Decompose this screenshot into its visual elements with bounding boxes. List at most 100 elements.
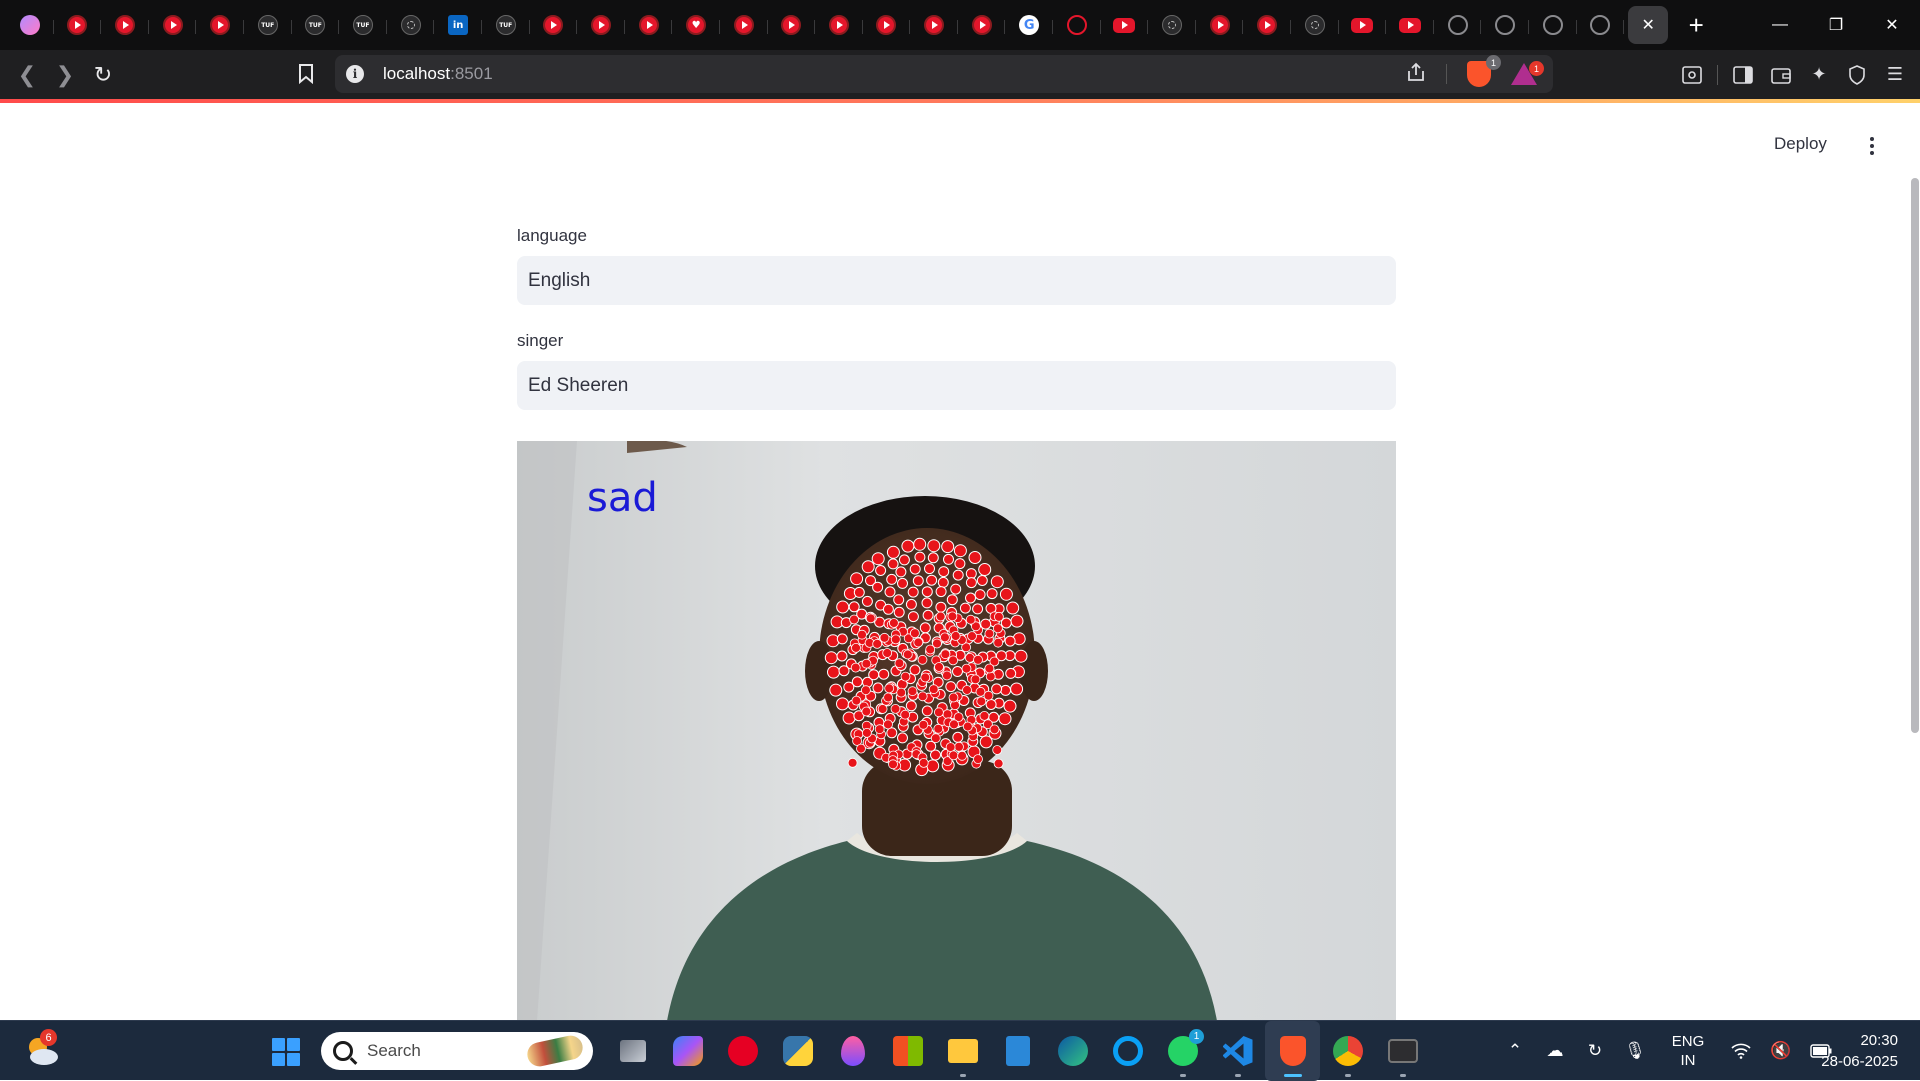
landmark-point xyxy=(964,652,975,663)
landmark-point xyxy=(921,597,933,609)
landmark-point xyxy=(974,589,986,601)
landmark-point xyxy=(851,642,861,653)
url-text[interactable]: localhost:8501 xyxy=(383,64,493,84)
clock[interactable]: 20:30 28-06-2025 xyxy=(1821,1030,1898,1072)
bookmark-icon[interactable] xyxy=(287,55,325,93)
browser-tab[interactable] xyxy=(530,6,578,44)
show-hidden-icons[interactable]: ⌃ xyxy=(1495,1041,1535,1061)
singer-input[interactable]: Ed Sheeren xyxy=(517,361,1396,410)
browser-tab[interactable]: G xyxy=(1005,6,1053,44)
deploy-button[interactable]: Deploy xyxy=(1774,134,1827,154)
browser-tab[interactable] xyxy=(1053,6,1101,44)
address-bar[interactable]: i localhost:8501 1 1 xyxy=(335,55,1553,93)
browser-tab[interactable] xyxy=(863,6,911,44)
notepad-icon[interactable] xyxy=(990,1021,1045,1081)
site-info-icon[interactable]: i xyxy=(346,65,364,83)
wallet-icon[interactable] xyxy=(1762,56,1800,94)
browser-tab[interactable] xyxy=(1148,6,1196,44)
landmark-point xyxy=(973,654,983,665)
landmark-point xyxy=(1006,601,1020,615)
browser-tab[interactable] xyxy=(625,6,673,44)
sidebar-icon[interactable] xyxy=(1724,56,1762,94)
volume-muted-icon[interactable]: 🔇 xyxy=(1761,1041,1801,1061)
minimize-button[interactable]: — xyxy=(1752,0,1808,50)
reload-icon[interactable]: ↻ xyxy=(84,56,122,94)
browser-tab[interactable] xyxy=(1339,6,1387,44)
browser-tab[interactable] xyxy=(1291,6,1339,44)
browser-tab[interactable] xyxy=(815,6,863,44)
page-scrollbar[interactable] xyxy=(1911,178,1919,733)
microphone-icon[interactable]: 🎙 xyxy=(1615,1041,1655,1061)
browser-tab[interactable]: TUF xyxy=(244,6,292,44)
browser-tab[interactable] xyxy=(1434,6,1482,44)
browser-tab[interactable] xyxy=(958,6,1006,44)
browser-tab-strip: TUF TUF TUF in TUF G ✕ + — ❐ ✕ xyxy=(0,0,1920,50)
taskbar-search[interactable]: Search xyxy=(321,1032,593,1070)
browser-tab[interactable] xyxy=(54,6,102,44)
browser-tab[interactable] xyxy=(1101,6,1149,44)
browser-tab[interactable] xyxy=(672,6,720,44)
pinterest-icon[interactable] xyxy=(715,1021,770,1081)
browser-tab[interactable] xyxy=(577,6,625,44)
chrome-icon[interactable] xyxy=(1320,1021,1375,1081)
brave-browser-icon[interactable] xyxy=(1265,1021,1320,1081)
browser-tab[interactable] xyxy=(1529,6,1577,44)
landmark-point xyxy=(962,685,972,695)
droplet-app-icon[interactable] xyxy=(825,1021,880,1081)
browser-tab[interactable] xyxy=(1386,6,1434,44)
menu-icon[interactable]: ☰ xyxy=(1876,56,1914,94)
browser-tab[interactable] xyxy=(768,6,816,44)
yt-favicon-icon xyxy=(67,15,88,35)
forward-icon[interactable]: ❯ xyxy=(46,56,84,94)
whatsapp-icon[interactable]: 1 xyxy=(1155,1021,1210,1081)
browser-tab[interactable]: TUF xyxy=(292,6,340,44)
microsoft-store-icon[interactable] xyxy=(880,1021,935,1081)
browser-tab[interactable] xyxy=(720,6,768,44)
browser-tab[interactable] xyxy=(1481,6,1529,44)
close-tab-icon[interactable]: ✕ xyxy=(1641,15,1654,35)
landmark-point xyxy=(851,676,863,688)
input-language[interactable]: ENG IN xyxy=(1663,1032,1713,1070)
edge-icon[interactable] xyxy=(1045,1021,1100,1081)
wifi-icon[interactable] xyxy=(1721,1043,1761,1059)
browser-tab[interactable]: TUF xyxy=(482,6,530,44)
copilot-icon[interactable] xyxy=(660,1021,715,1081)
active-tab[interactable]: ✕ xyxy=(1628,6,1669,44)
new-tab-button[interactable]: + xyxy=(1672,0,1720,50)
restore-button[interactable]: ❐ xyxy=(1808,0,1864,50)
browser-tab[interactable] xyxy=(387,6,435,44)
cortana-icon[interactable] xyxy=(1100,1021,1155,1081)
back-icon[interactable]: ❮ xyxy=(8,56,46,94)
language-input[interactable]: English xyxy=(517,256,1396,305)
language-label: language xyxy=(517,226,587,245)
vscode-icon[interactable] xyxy=(1210,1021,1265,1081)
browser-tab[interactable] xyxy=(910,6,958,44)
main-menu-icon[interactable] xyxy=(1860,134,1884,158)
divider xyxy=(1717,64,1718,85)
terminal-icon[interactable] xyxy=(1375,1021,1430,1081)
landmark-point xyxy=(965,568,977,580)
share-icon[interactable] xyxy=(1406,62,1426,87)
brave-rewards-icon[interactable]: 1 xyxy=(1511,61,1544,85)
browser-tab[interactable]: in xyxy=(434,6,482,44)
browser-tab[interactable]: TUF xyxy=(339,6,387,44)
browser-tab[interactable] xyxy=(101,6,149,44)
browser-tab[interactable] xyxy=(1577,6,1625,44)
screenshot-search-icon[interactable] xyxy=(1673,56,1711,94)
browser-tab[interactable] xyxy=(6,6,54,44)
leo-ai-icon[interactable]: ✦ xyxy=(1800,56,1838,94)
close-window-button[interactable]: ✕ xyxy=(1864,0,1920,50)
browser-tab[interactable] xyxy=(1243,6,1291,44)
sync-icon[interactable]: ↻ xyxy=(1575,1041,1615,1061)
start-button[interactable] xyxy=(272,1038,300,1066)
python-icon[interactable] xyxy=(770,1021,825,1081)
task-view-icon[interactable] xyxy=(605,1021,660,1081)
file-explorer-icon[interactable] xyxy=(935,1021,990,1081)
browser-tab[interactable] xyxy=(1196,6,1244,44)
brave-shields-icon[interactable]: 1 xyxy=(1467,55,1501,87)
browser-tab[interactable] xyxy=(196,6,244,44)
browser-tab[interactable] xyxy=(149,6,197,44)
onedrive-icon[interactable]: ☁ xyxy=(1535,1041,1575,1061)
landmark-point xyxy=(984,663,995,674)
vpn-icon[interactable] xyxy=(1838,56,1876,94)
